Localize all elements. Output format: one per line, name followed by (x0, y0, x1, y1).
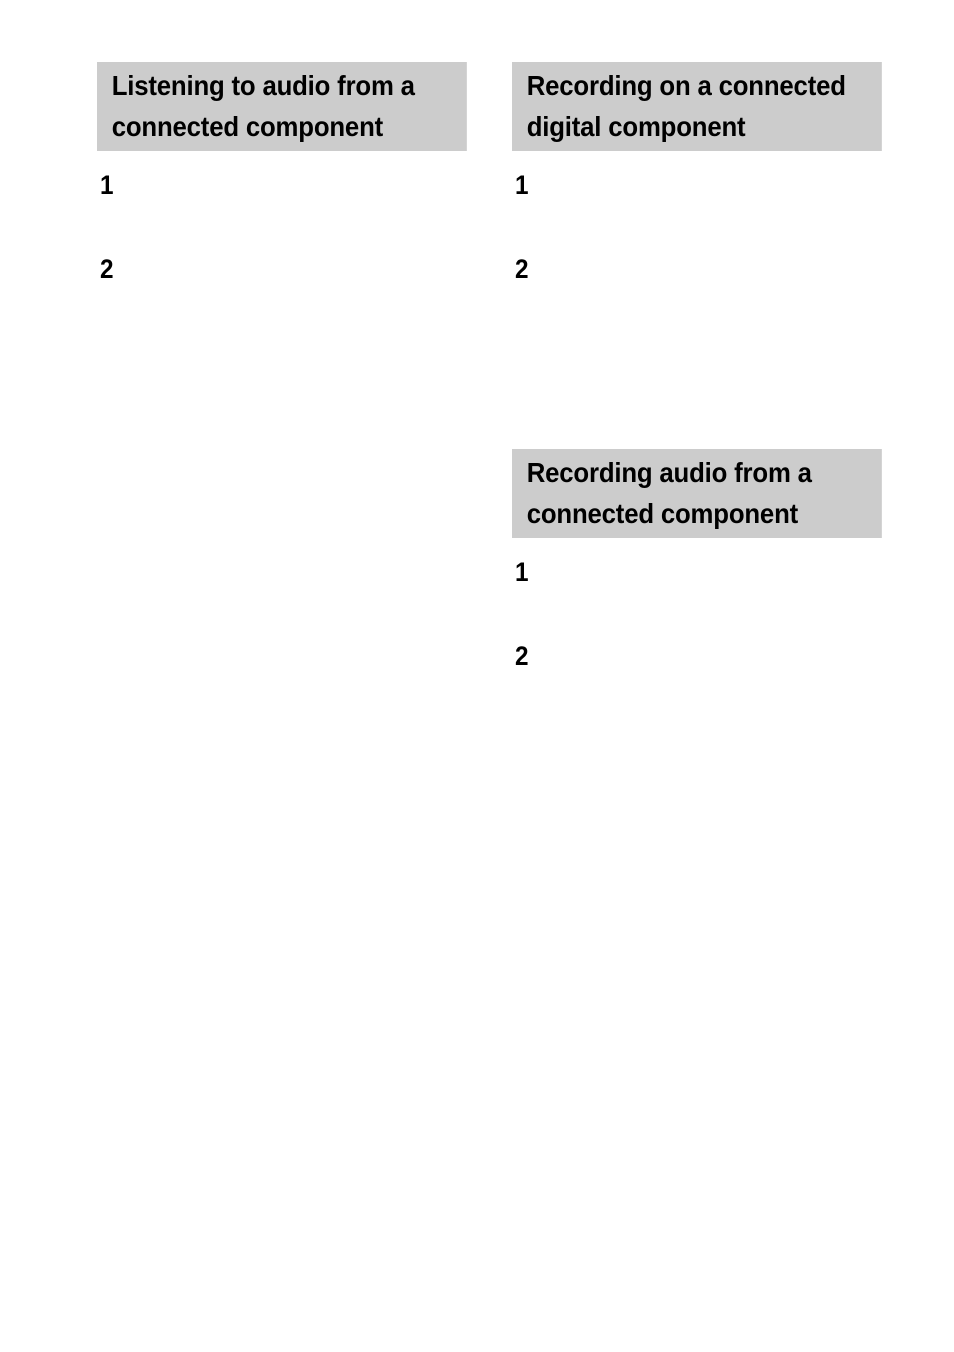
section-heading-recording-on-connected-digital: Recording on a connected digital compone… (512, 62, 882, 151)
step-number: 2 (100, 254, 114, 284)
step-text (546, 538, 882, 539)
step-number: 2 (515, 641, 529, 671)
heading-line-1: Recording audio from a (526, 457, 812, 488)
section-listening-to-audio: Listening to audio from a connected comp… (97, 62, 467, 319)
step-number: 1 (515, 557, 529, 587)
step-number: 1 (515, 170, 529, 200)
step-item: 2 (512, 622, 882, 706)
heading-line-2: digital component (526, 111, 746, 142)
step-text (546, 622, 882, 623)
step-text (131, 151, 467, 152)
step-number: 1 (100, 170, 114, 200)
step-item: 2 (97, 235, 467, 319)
document-page: Listening to audio from a connected comp… (0, 0, 954, 1352)
step-item: 1 (512, 151, 882, 235)
step-text (131, 235, 467, 236)
steps-list: 1 2 (512, 151, 882, 319)
heading-line-2: connected component (111, 111, 384, 142)
section-heading-listening-to-audio: Listening to audio from a connected comp… (97, 62, 467, 151)
step-text (546, 151, 882, 152)
step-number: 2 (515, 254, 529, 284)
step-text (546, 235, 882, 236)
right-column: Recording on a connected digital compone… (512, 62, 882, 706)
section-heading-recording-audio-from-connected: Recording audio from a connected compone… (512, 449, 882, 538)
heading-line-2: connected component (526, 498, 799, 529)
steps-list: 1 2 (512, 538, 882, 706)
heading-line-1: Recording on a connected (526, 70, 846, 101)
steps-list: 1 2 (97, 151, 467, 319)
step-item: 2 (512, 235, 882, 319)
step-item: 1 (512, 538, 882, 622)
section-recording-on-connected-digital: Recording on a connected digital compone… (512, 62, 882, 319)
heading-line-1: Listening to audio from a (111, 70, 415, 101)
step-item: 1 (97, 151, 467, 235)
left-column: Listening to audio from a connected comp… (97, 62, 467, 319)
section-recording-audio-from-connected: Recording audio from a connected compone… (512, 449, 882, 706)
